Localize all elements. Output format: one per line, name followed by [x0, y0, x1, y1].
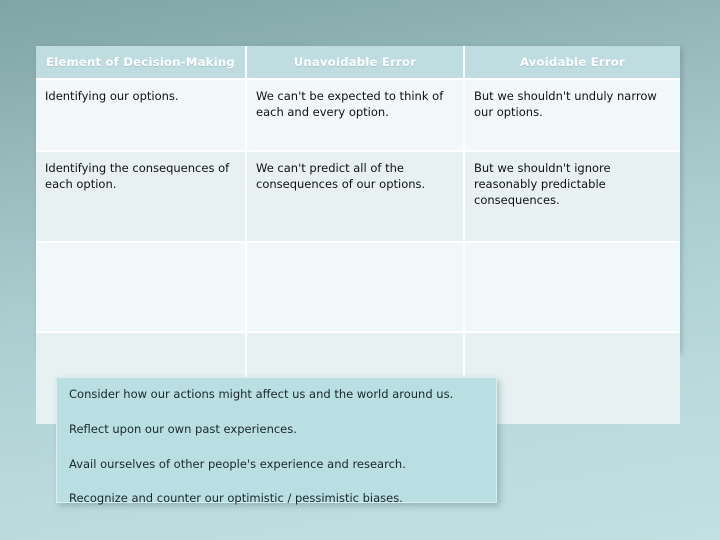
callout-line: Reflect upon our own past experiences. [69, 421, 297, 436]
decision-making-table: Element of Decision-Making Unavoidable E… [36, 46, 680, 424]
cell-element: Identifying our options. [36, 79, 247, 152]
column-header-element: Element of Decision-Making [36, 46, 247, 80]
cell-element: Identifying the consequences of each opt… [36, 151, 247, 243]
cell-unavoidable [246, 242, 465, 333]
callout-line: Avail ourselves of other people's experi… [69, 456, 406, 471]
table-row [36, 242, 680, 333]
table-row: Identifying the consequences of each opt… [36, 151, 680, 243]
callout-line: Recognize and counter our optimistic / p… [69, 491, 403, 506]
callout-line: Consider how our actions might affect us… [69, 387, 454, 401]
cell-avoidable: But we shouldn't unduly narrow our optio… [464, 79, 680, 152]
slide-canvas: Element of Decision-Making Unavoidable E… [0, 0, 720, 540]
callout-box: Consider how our actions might affect us… [56, 377, 497, 506]
table-grid: Element of Decision-Making Unavoidable E… [36, 46, 680, 424]
cell-unavoidable: We can't be expected to think of each an… [246, 79, 465, 152]
table-header-row: Element of Decision-Making Unavoidable E… [36, 46, 680, 80]
cell-element [36, 242, 247, 333]
column-header-avoidable: Avoidable Error [464, 46, 680, 80]
table-row: Identifying our options. We can't be exp… [36, 79, 680, 152]
cell-unavoidable: We can't predict all of the consequences… [246, 151, 465, 243]
cell-avoidable: But we shouldn't ignore reasonably predi… [464, 151, 680, 243]
column-header-unavoidable: Unavoidable Error [246, 46, 465, 80]
cell-avoidable [464, 242, 680, 333]
